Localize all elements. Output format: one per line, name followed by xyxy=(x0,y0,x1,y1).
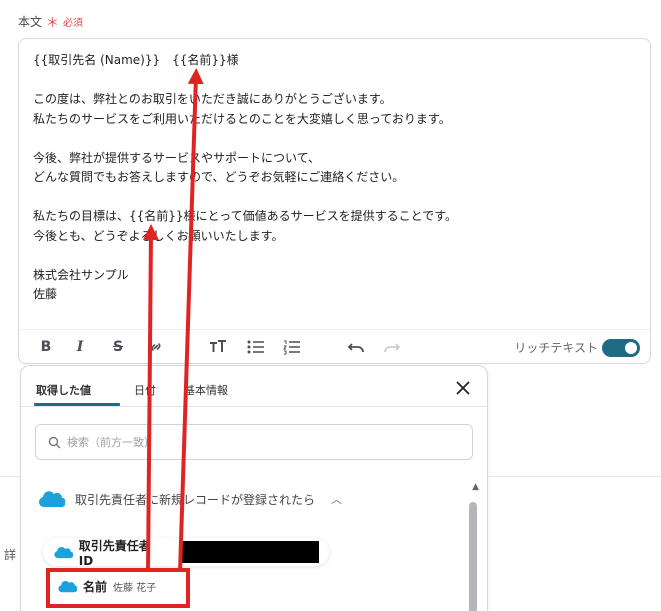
tab-acquired-values[interactable]: 取得した値 xyxy=(36,382,91,398)
search-box[interactable] xyxy=(35,424,473,460)
undo-icon xyxy=(347,343,364,353)
required-text: 必須 xyxy=(63,18,84,29)
scrollbar-thumb[interactable] xyxy=(469,502,477,611)
salesforce-cloud-icon xyxy=(58,580,77,592)
editor-line: 今後とも、どうぞよろしくお願いいたします。 xyxy=(33,228,284,243)
editor-line: 今後、弊社が提供するサービスやサポートについて、 xyxy=(33,150,321,165)
undo-button[interactable] xyxy=(345,337,367,357)
rich-text-toggle[interactable] xyxy=(602,339,640,357)
strikethrough-button[interactable]: S xyxy=(107,337,129,357)
background-label: 詳 xyxy=(4,548,17,562)
tab-basic-info[interactable]: 基本情報 xyxy=(184,382,228,398)
redo-icon xyxy=(384,343,401,353)
editor-line: どんな質問でもお答えしますので、どうぞお気軽にご連絡ください。 xyxy=(33,170,405,184)
tabs-divider xyxy=(21,406,487,407)
bold-icon: B xyxy=(40,339,52,355)
trigger-section-header[interactable]: 取引先責任者に新規レコードが登録されたら ︿ xyxy=(37,490,342,508)
close-button[interactable] xyxy=(453,378,473,398)
editor-line: {{取引先名 (Name)}} {{名前}}様 xyxy=(33,53,239,67)
editor-line: 株式会社サンプル xyxy=(33,267,129,282)
close-icon xyxy=(456,381,470,395)
text-size-button[interactable] xyxy=(207,337,229,357)
salesforce-cloud-icon xyxy=(39,491,65,508)
search-icon xyxy=(48,436,61,448)
link-icon xyxy=(151,343,161,351)
editor-line: 私たちの目標は、{{名前}}様にとって価値あるサービスを提供することです。 xyxy=(33,209,458,223)
field-label-text: 本文 xyxy=(18,15,43,29)
strikethrough-icon: S xyxy=(112,339,124,355)
rich-text-label: リッチテキスト xyxy=(514,341,598,355)
picker-item-contact-id[interactable]: 取引先責任者ID xyxy=(43,538,329,568)
bold-button[interactable]: B xyxy=(35,337,57,357)
toggle-knob xyxy=(625,342,637,354)
text-size-icon xyxy=(210,340,226,352)
italic-button[interactable]: I xyxy=(69,337,91,357)
editor-line: この度は、弊社とのお取引をいただき誠にありがとうございます。 xyxy=(33,92,392,106)
salesforce-cloud-icon xyxy=(54,546,73,558)
editor-body[interactable]: {{取引先名 (Name)}} {{名前}}様 この度は、弊社とのお取引をいただ… xyxy=(33,51,636,305)
tab-date[interactable]: 日付 xyxy=(134,382,156,398)
section-title: 取引先責任者に新規レコードが登録されたら xyxy=(75,492,316,507)
rich-text-editor[interactable]: {{取引先名 (Name)}} {{名前}}様 この度は、弊社とのお取引をいただ… xyxy=(18,38,651,364)
redacted-value xyxy=(180,541,319,563)
link-button[interactable] xyxy=(145,337,167,357)
picker-item-name[interactable]: 名前 佐藤 花子 xyxy=(47,572,187,600)
italic-icon: I xyxy=(76,339,84,355)
editor-line: 私たちのサービスをご利用いただけるとのことを大変嬉しく思っております。 xyxy=(33,111,451,126)
item-label: 取引先責任者ID xyxy=(78,538,151,568)
item-value: 佐藤 花子 xyxy=(113,582,157,594)
editor-toolbar: B I S リッチテキスト xyxy=(19,329,650,363)
field-label: 本文 ＊ 必須 xyxy=(18,12,83,31)
chevron-up-icon[interactable]: ︿ xyxy=(331,491,342,507)
value-picker-popup: 取得した値 日付 基本情報 取引先責任者に新規レコードが登録されたら ︿ ▲ 取… xyxy=(20,365,488,611)
numbered-list-button[interactable] xyxy=(281,337,303,357)
numbered-list-icon xyxy=(283,340,300,355)
scroll-up-arrow-icon[interactable]: ▲ xyxy=(472,482,479,492)
item-label: 名前 xyxy=(83,579,108,594)
redo-button[interactable] xyxy=(381,337,403,357)
bullet-list-button[interactable] xyxy=(245,337,267,357)
editor-line: 佐藤 xyxy=(33,287,58,301)
search-input[interactable] xyxy=(67,435,447,449)
bullet-list-icon xyxy=(247,340,264,354)
required-mark: ＊ xyxy=(46,16,60,31)
